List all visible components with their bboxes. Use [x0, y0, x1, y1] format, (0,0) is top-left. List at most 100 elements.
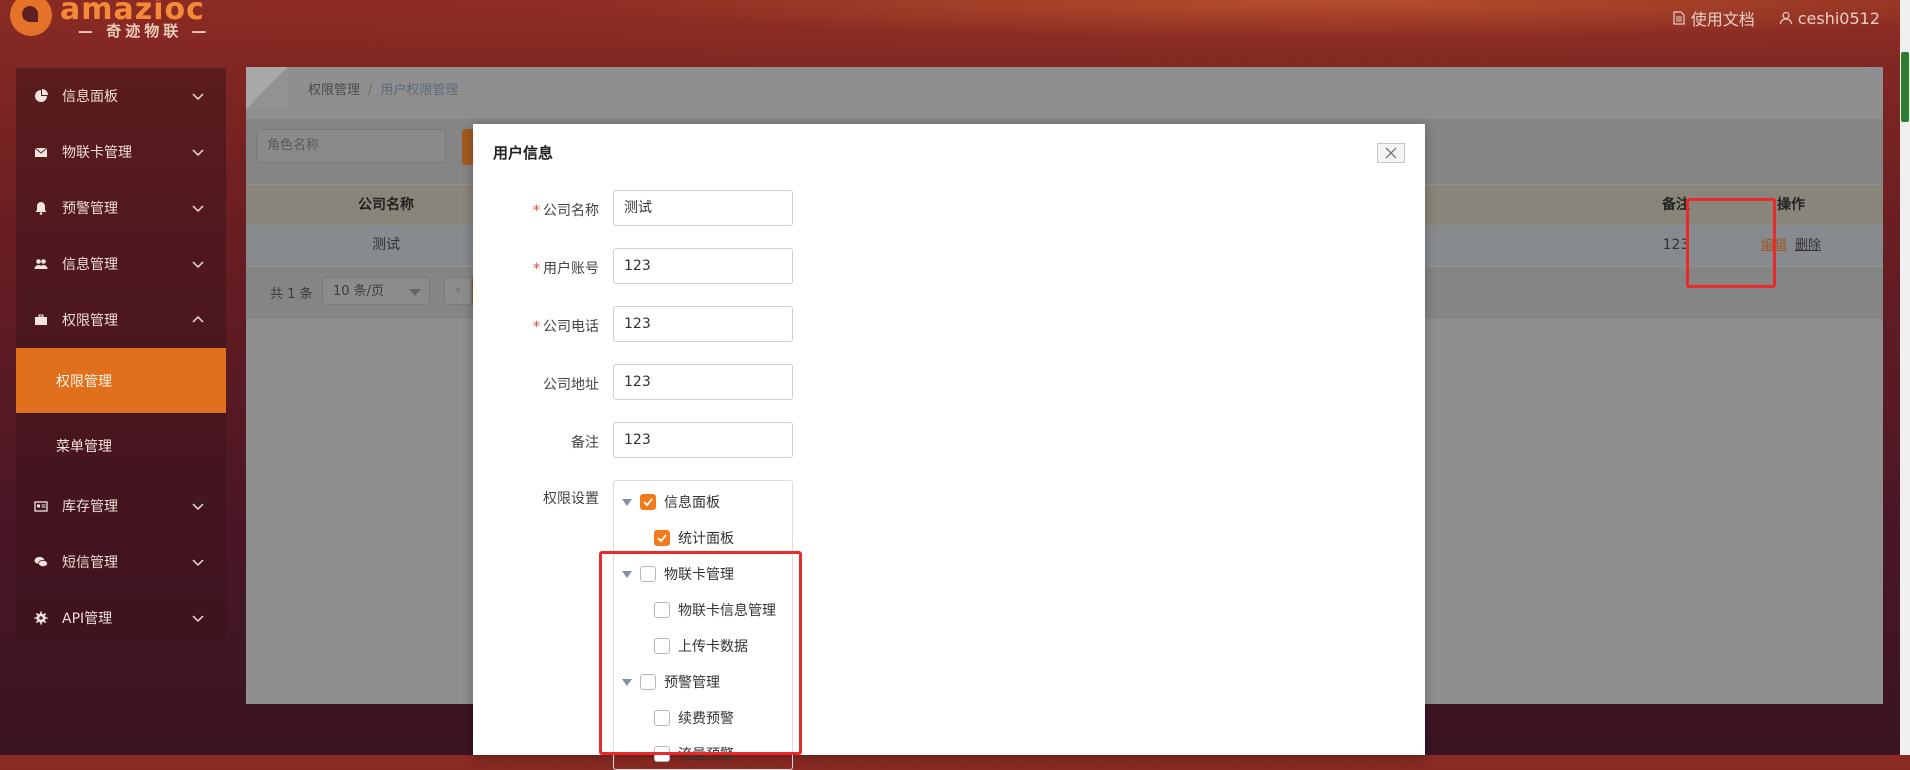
sidebar-item-label: 信息面板 — [62, 89, 118, 105]
field-label-text: 公司电话 — [543, 319, 599, 335]
page-size-value: 10 条/页 — [333, 284, 385, 299]
page-scrollbar[interactable] — [1900, 0, 1910, 755]
chevron-down-icon — [192, 559, 204, 567]
briefcase-icon — [34, 313, 48, 327]
tree-node-label: 信息面板 — [664, 495, 720, 511]
sidebar-item-iot-card[interactable]: 物联卡管理 — [16, 124, 226, 180]
field-label: 公司地址 — [540, 374, 599, 394]
role-name-input[interactable]: 角色名称 — [256, 129, 446, 163]
delete-link[interactable]: 删除 — [1795, 238, 1821, 253]
close-button[interactable] — [1377, 143, 1405, 163]
form-row-phone: * 公司电话 123 — [473, 306, 1425, 346]
sidebar-item-api[interactable]: API管理 — [16, 590, 226, 646]
sidebar-subitem-permission-mgmt[interactable]: 权限管理 — [16, 348, 226, 413]
sidebar-item-label: 物联卡管理 — [62, 145, 132, 161]
id-card-icon — [34, 499, 48, 513]
sidebar-item-label: 库存管理 — [62, 499, 118, 515]
modal-title: 用户信息 — [493, 144, 554, 162]
sidebar-item-label: 信息管理 — [62, 257, 118, 273]
sidebar-item-alerts[interactable]: 预警管理 — [16, 180, 226, 236]
company-phone-input[interactable]: 123 — [613, 306, 793, 342]
check-icon — [657, 534, 667, 543]
remark-input[interactable]: 123 — [613, 422, 793, 458]
sidebar-subitem-menu-mgmt[interactable]: 菜单管理 — [16, 413, 226, 478]
breadcrumb-root[interactable]: 权限管理 — [308, 83, 360, 98]
docs-link[interactable]: 使用文档 — [1672, 6, 1755, 30]
user-account-input[interactable]: 123 — [613, 248, 793, 284]
envelope-icon — [34, 145, 48, 159]
sidebar: 信息面板 物联卡管理 预警管理 信息管理 权限管理 权限管理 菜单管理 库存管理… — [16, 68, 226, 643]
sidebar-item-label: 预警管理 — [62, 201, 118, 217]
sidebar-item-inventory[interactable]: 库存管理 — [16, 478, 226, 534]
brand-logo: amazioc — 奇迹物联 — — [10, 0, 220, 44]
scrollbar-thumb[interactable] — [1901, 52, 1909, 122]
user-label: ceshi0512 — [1797, 8, 1880, 28]
tree-node-stats[interactable]: 统计面板 — [654, 523, 734, 553]
company-address-input[interactable]: 123 — [613, 364, 793, 400]
page-size-select[interactable]: 10 条/页 — [322, 277, 430, 305]
close-icon — [1385, 147, 1397, 159]
document-icon — [1673, 11, 1685, 25]
logo-mark-icon — [10, 0, 52, 36]
chevron-down-icon — [192, 205, 204, 213]
user-icon — [1779, 11, 1792, 25]
breadcrumb: 权限管理 / 用户权限管理 — [308, 79, 458, 98]
required-mark: * — [533, 319, 540, 335]
sidebar-item-sms[interactable]: 短信管理 — [16, 534, 226, 590]
chevron-down-icon — [192, 261, 204, 269]
chevron-down-icon — [192, 93, 204, 101]
checkbox[interactable] — [640, 494, 656, 510]
operation-highlight-box — [1686, 198, 1776, 288]
sidebar-subitem-label: 权限管理 — [56, 373, 112, 390]
sidebar-item-info[interactable]: 信息管理 — [16, 236, 226, 292]
chevron-down-icon — [192, 503, 204, 511]
sidebar-subitem-label: 菜单管理 — [56, 438, 112, 455]
form-row-company: * 公司名称 测试 — [473, 190, 1425, 230]
sidebar-item-label: 短信管理 — [62, 555, 118, 571]
field-label-text: 公司名称 — [543, 203, 599, 219]
sidebar-item-label: API管理 — [62, 611, 113, 627]
tree-node-dashboard[interactable]: 信息面板 — [622, 487, 720, 517]
chevron-down-icon — [192, 615, 204, 623]
brand-subtitle: — 奇迹物联 — — [78, 22, 211, 40]
topbar-actions: 使用文档 ceshi0512 — [1672, 6, 1880, 30]
header-background — [0, 0, 1910, 70]
field-label: * 公司电话 — [533, 316, 599, 336]
field-label: * 公司名称 — [533, 200, 599, 220]
breadcrumb-current: 用户权限管理 — [380, 83, 459, 98]
field-label: 备注 — [568, 432, 599, 452]
required-mark: * — [533, 261, 540, 277]
check-icon — [643, 498, 653, 507]
field-label-text: 备注 — [571, 435, 599, 451]
expand-arrow-icon[interactable] — [622, 498, 632, 506]
corner-fold — [246, 67, 288, 109]
field-label-text: 用户账号 — [543, 261, 599, 277]
chevron-up-icon — [192, 315, 204, 323]
tree-highlight-box — [599, 551, 802, 755]
dropdown-caret-icon — [409, 289, 421, 296]
sidebar-item-dashboard[interactable]: 信息面板 — [16, 68, 226, 124]
form-row-remark: 备注 123 — [473, 422, 1425, 462]
pie-chart-icon — [34, 89, 48, 103]
header-company: 公司名称 — [358, 197, 414, 213]
permission-label: 权限设置 — [543, 491, 599, 507]
bell-icon — [34, 201, 48, 215]
pager-total: 共 1 条 — [270, 287, 313, 302]
form-row-address: 公司地址 123 — [473, 364, 1425, 404]
prev-page-button[interactable]: ‹ — [444, 277, 472, 305]
chat-icon — [34, 555, 48, 569]
sidebar-item-permissions[interactable]: 权限管理 — [16, 292, 226, 348]
field-label-text: 公司地址 — [543, 377, 599, 393]
field-label: * 用户账号 — [533, 258, 599, 278]
cell-company: 测试 — [372, 237, 400, 253]
checkbox[interactable] — [654, 530, 670, 546]
tree-node-label: 统计面板 — [678, 531, 734, 547]
required-mark: * — [533, 203, 540, 219]
users-icon — [34, 257, 48, 271]
breadcrumb-separator: / — [368, 83, 373, 98]
sidebar-item-label: 权限管理 — [62, 313, 118, 329]
company-name-input[interactable]: 测试 — [613, 190, 793, 226]
form-row-account: * 用户账号 123 — [473, 248, 1425, 288]
chevron-down-icon — [192, 149, 204, 157]
user-menu[interactable]: ceshi0512 — [1779, 6, 1880, 30]
